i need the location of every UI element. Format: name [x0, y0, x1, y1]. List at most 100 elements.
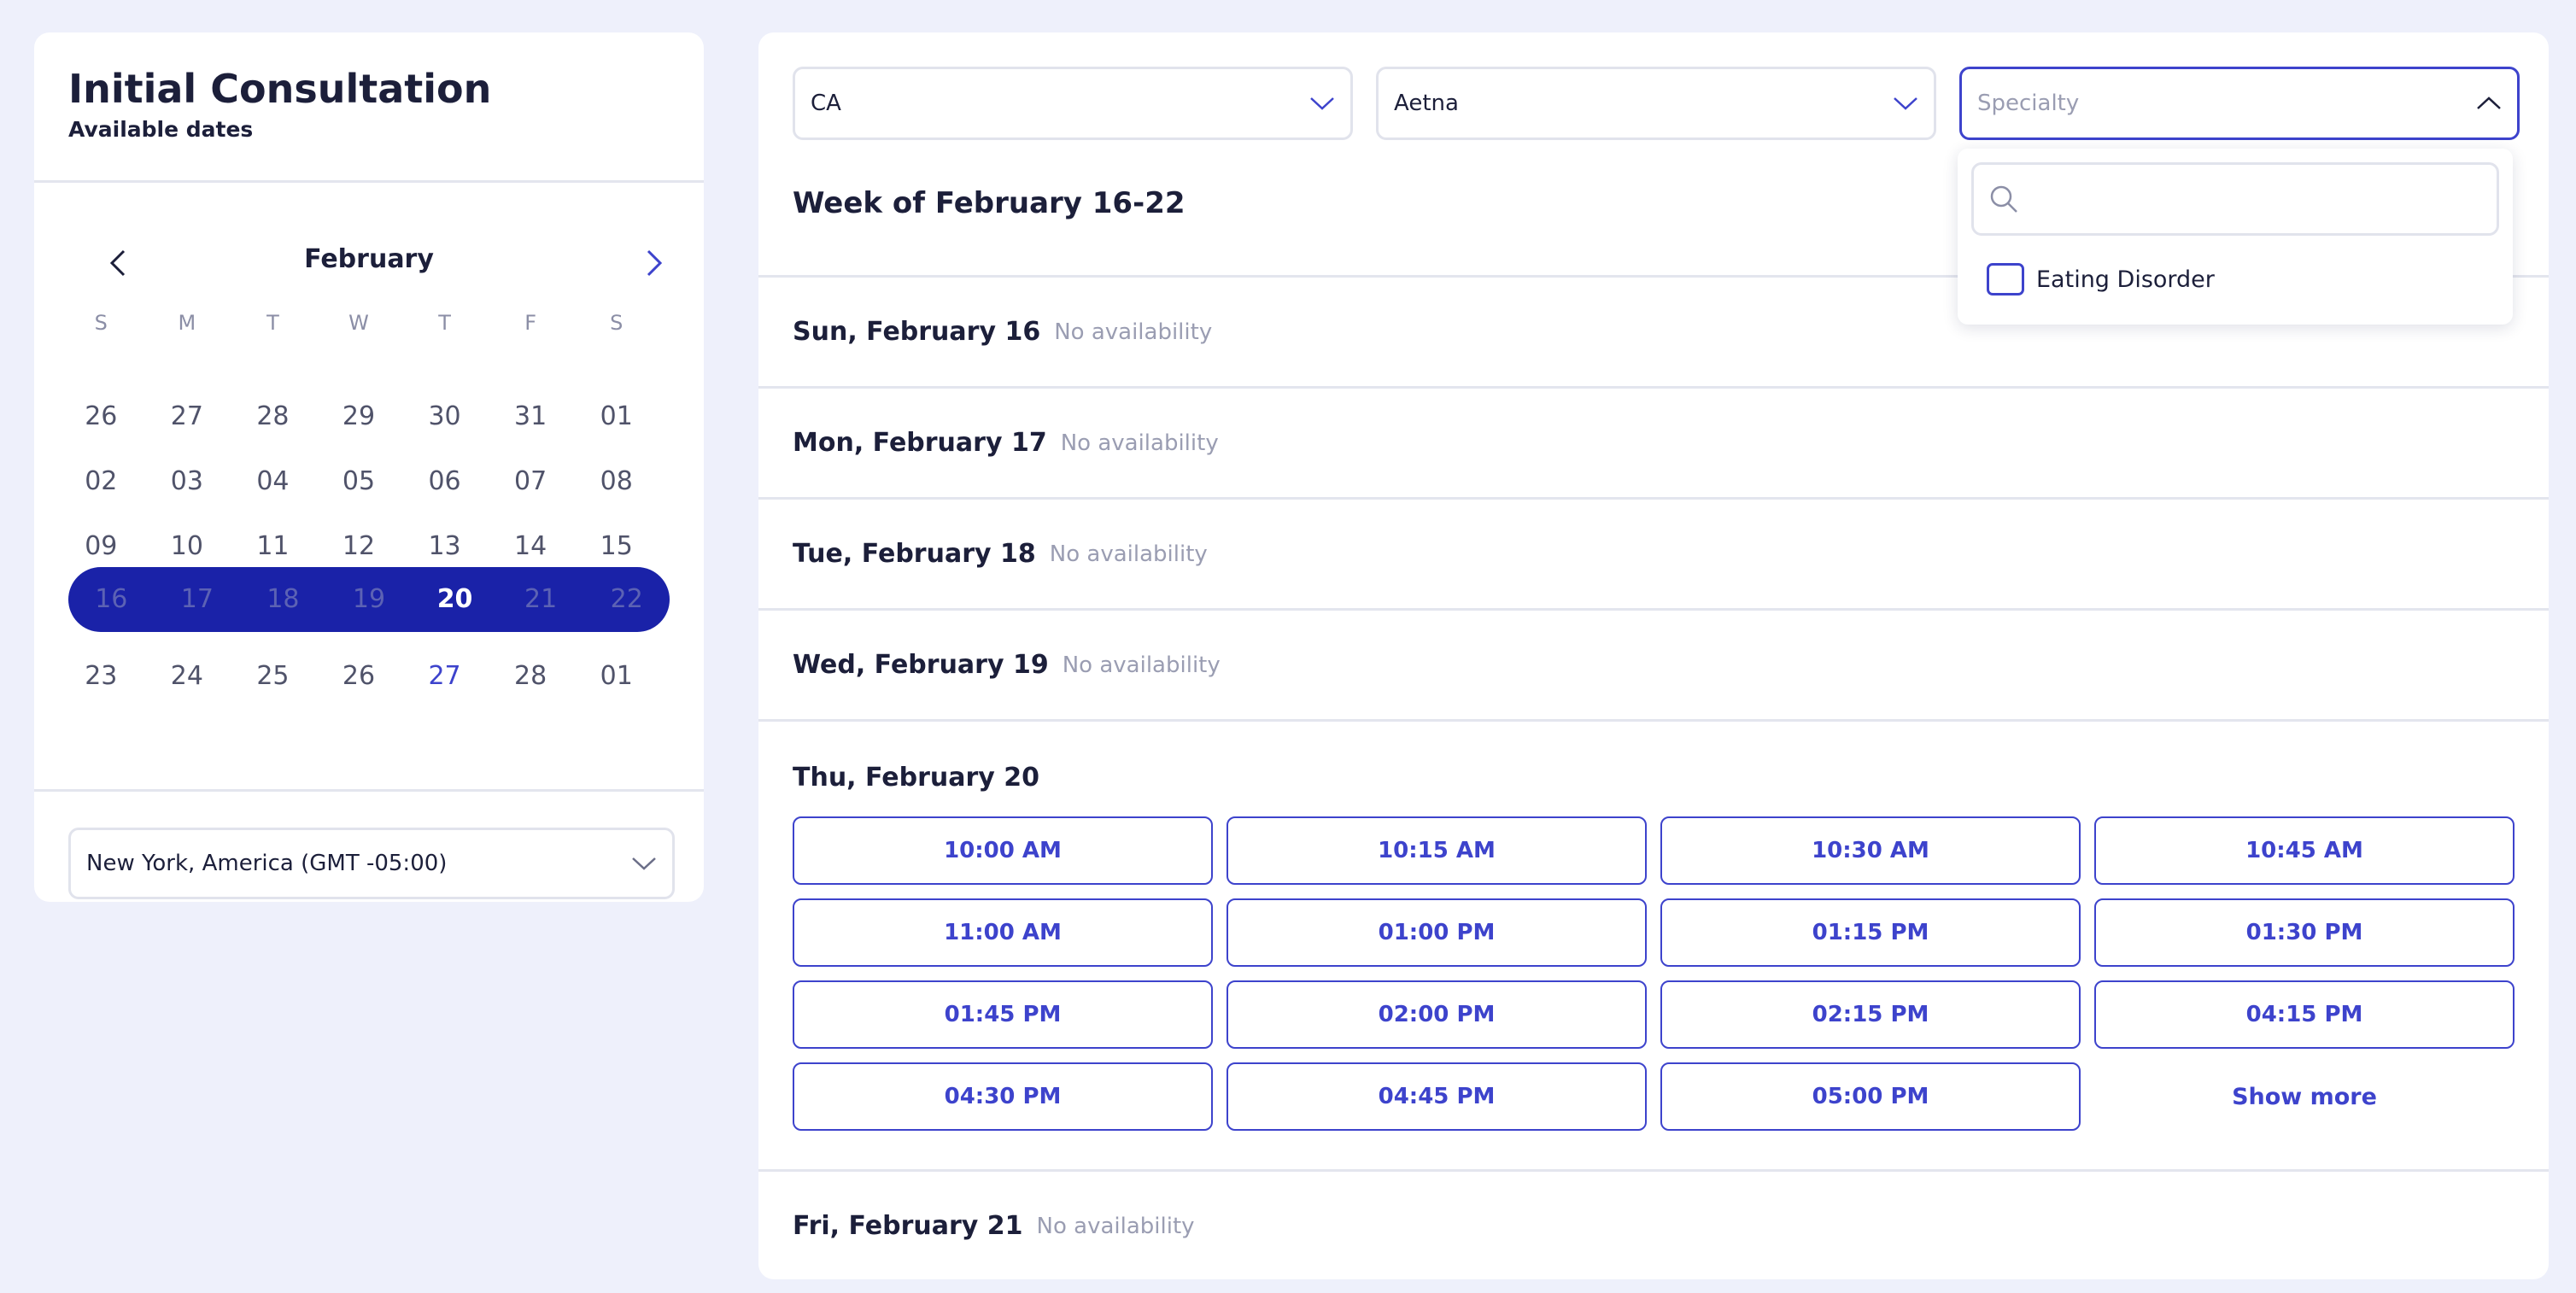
calendar-day[interactable]: 14: [488, 520, 574, 573]
calendar-day[interactable]: 16: [68, 573, 155, 626]
day-name: Mon, February 17: [793, 428, 1047, 458]
no-availability-label: No availability: [1054, 319, 1213, 345]
specialty-option-checkbox[interactable]: [1987, 263, 2024, 295]
calendar-day[interactable]: 24: [144, 650, 231, 703]
weekday-header: M: [178, 311, 196, 335]
calendar-day[interactable]: 29: [316, 390, 402, 443]
chevron-down-icon: [632, 857, 656, 870]
calendar-day[interactable]: 06: [401, 455, 488, 508]
calendar-day[interactable]: 27: [144, 390, 231, 443]
calendar-day[interactable]: 12: [316, 520, 402, 573]
time-slot-button[interactable]: 02:00 PM: [1227, 980, 1647, 1049]
day-section: Fri, February 21 No availability: [758, 1169, 2549, 1279]
calendar-day[interactable]: 04: [230, 455, 316, 508]
weekday-header: W: [348, 311, 369, 335]
consultation-title: Initial Consultation: [68, 66, 492, 112]
calendar-day[interactable]: 30: [401, 390, 488, 443]
calendar-day[interactable]: 15: [573, 520, 659, 573]
specialty-search-input[interactable]: [2029, 186, 2490, 212]
show-more-button[interactable]: Show more: [2094, 1062, 2515, 1131]
day-name: Thu, February 20: [793, 763, 1040, 793]
calendar-day[interactable]: 28: [488, 650, 574, 703]
calendar-month-label: February: [304, 244, 434, 274]
calendar-day[interactable]: 01: [573, 390, 659, 443]
calendar-day[interactable]: 19: [326, 573, 413, 626]
no-availability-label: No availability: [1062, 652, 1221, 678]
weekday-header: T: [266, 311, 279, 335]
timezone-value: New York, America (GMT -05:00): [86, 851, 448, 876]
time-slot-button[interactable]: 05:00 PM: [1660, 1062, 2081, 1131]
calendar-day[interactable]: 02: [58, 455, 144, 508]
calendar-day[interactable]: 17: [155, 573, 241, 626]
time-slot-button[interactable]: 04:15 PM: [2094, 980, 2515, 1049]
month-calendar: February S M T W T F S 26 27 28 29 30 31…: [34, 183, 704, 792]
specialty-dropdown: Eating Disorder: [1958, 149, 2513, 325]
calendar-panel: Initial Consultation Available dates Feb…: [34, 32, 704, 902]
calendar-day[interactable]: 09: [58, 520, 144, 573]
calendar-day[interactable]: 21: [498, 573, 584, 626]
calendar-day[interactable]: 22: [583, 573, 670, 626]
time-slot-button[interactable]: 04:30 PM: [793, 1062, 1213, 1131]
calendar-day[interactable]: 18: [240, 573, 326, 626]
day-row: Tue, February 18 No availability: [758, 500, 2549, 608]
calendar-day-highlighted[interactable]: 27: [401, 650, 488, 703]
calendar-day[interactable]: 11: [230, 520, 316, 573]
calendar-week-row: 02 03 04 05 06 07 08: [58, 455, 659, 508]
calendar-day[interactable]: 08: [573, 455, 659, 508]
calendar-day[interactable]: 31: [488, 390, 574, 443]
weekday-header: S: [610, 311, 624, 335]
time-slot-button[interactable]: 10:00 AM: [793, 816, 1213, 885]
time-slot-button[interactable]: 02:15 PM: [1660, 980, 2081, 1049]
calendar-day[interactable]: 28: [230, 390, 316, 443]
calendar-week-row: 09 10 11 12 13 14 15: [58, 520, 659, 573]
state-select[interactable]: CA: [793, 67, 1353, 140]
time-slot-button[interactable]: 04:45 PM: [1227, 1062, 1647, 1131]
time-slot-button[interactable]: 01:15 PM: [1660, 898, 2081, 967]
time-slot-grid: 10:00 AM 10:15 AM 10:30 AM 10:45 AM 11:0…: [793, 816, 2515, 1131]
day-section-available: Thu, February 20 10:00 AM 10:15 AM 10:30…: [758, 719, 2549, 1169]
time-slot-button[interactable]: 10:30 AM: [1660, 816, 2081, 885]
specialty-option-label: Eating Disorder: [2036, 266, 2215, 293]
calendar-week-row: 23 24 25 26 27 28 01: [58, 650, 659, 703]
weekday-header: F: [524, 311, 537, 335]
search-icon: [1990, 185, 2017, 213]
calendar-day[interactable]: 13: [401, 520, 488, 573]
calendar-day[interactable]: 25: [230, 650, 316, 703]
timezone-select[interactable]: New York, America (GMT -05:00): [68, 828, 675, 899]
no-availability-label: No availability: [1036, 1213, 1195, 1239]
no-availability-label: No availability: [1060, 430, 1219, 456]
time-slot-button[interactable]: 01:45 PM: [793, 980, 1213, 1049]
time-slot-button[interactable]: 01:30 PM: [2094, 898, 2515, 967]
filter-bar: CA Aetna Specialty: [793, 67, 2520, 140]
day-name: Wed, February 19: [793, 650, 1049, 680]
calendar-week-row: 26 27 28 29 30 31 01: [58, 390, 659, 443]
specialty-select-placeholder: Specialty: [1977, 91, 2080, 116]
weekday-header: T: [438, 311, 451, 335]
time-slot-button[interactable]: 10:15 AM: [1227, 816, 1647, 885]
calendar-day[interactable]: 01: [573, 650, 659, 703]
week-heading: Week of February 16-22: [793, 186, 1186, 220]
time-slot-button[interactable]: 10:45 AM: [2094, 816, 2515, 885]
insurance-select[interactable]: Aetna: [1376, 67, 1936, 140]
time-slot-button[interactable]: 11:00 AM: [793, 898, 1213, 967]
calendar-day[interactable]: 26: [58, 390, 144, 443]
day-name: Tue, February 18: [793, 539, 1036, 569]
calendar-day[interactable]: 10: [144, 520, 231, 573]
consultation-subtitle: Available dates: [68, 116, 254, 142]
day-row: Wed, February 19 No availability: [758, 611, 2549, 719]
specialty-select[interactable]: Specialty: [1959, 67, 2520, 140]
day-name: Fri, February 21: [793, 1211, 1023, 1241]
chevron-down-icon: [1310, 97, 1334, 110]
calendar-day[interactable]: 23: [58, 650, 144, 703]
day-name: Sun, February 16: [793, 317, 1041, 347]
next-month-button[interactable]: [635, 244, 673, 282]
calendar-day[interactable]: 05: [316, 455, 402, 508]
calendar-day[interactable]: 26: [316, 650, 402, 703]
calendar-day[interactable]: 03: [144, 455, 231, 508]
specialty-option[interactable]: Eating Disorder: [1987, 263, 2215, 295]
time-slot-button[interactable]: 01:00 PM: [1227, 898, 1647, 967]
selected-week-row[interactable]: 16 17 18 19 20 21 22: [68, 567, 670, 632]
weekday-header-row: S M T W T F S: [58, 311, 659, 335]
calendar-day-today[interactable]: 20: [412, 573, 498, 626]
calendar-day[interactable]: 07: [488, 455, 574, 508]
